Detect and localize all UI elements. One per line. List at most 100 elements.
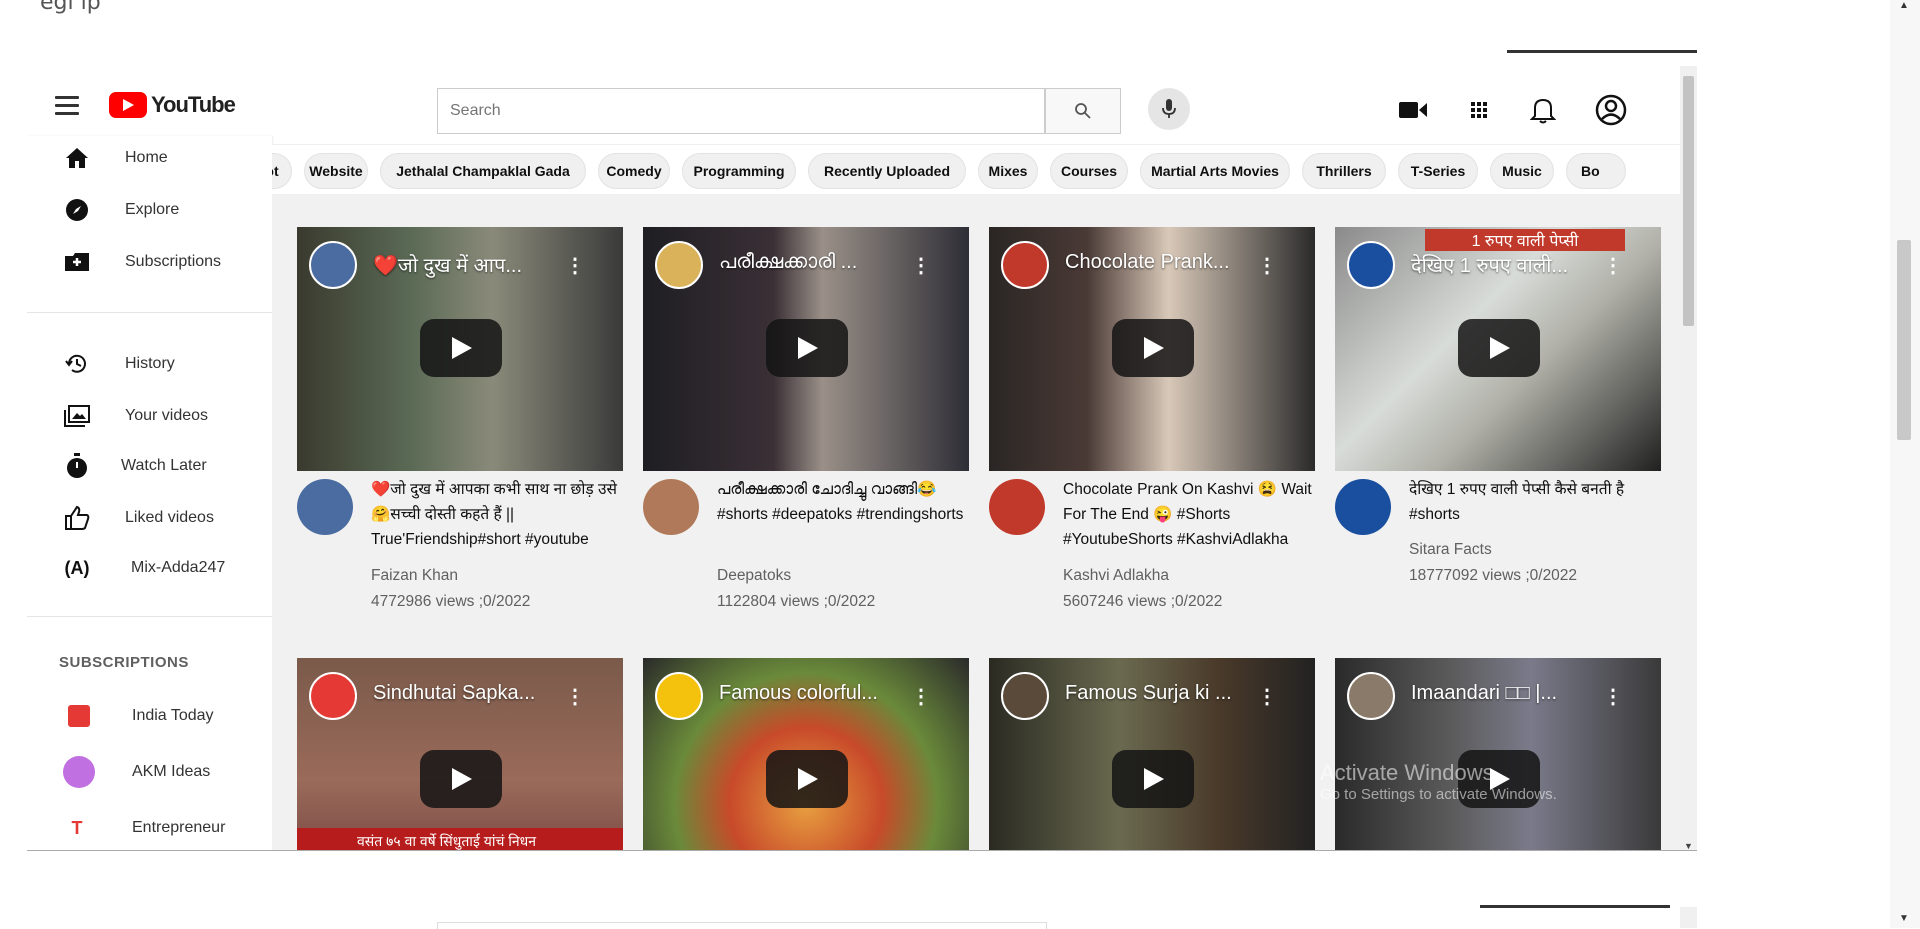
sidebar-item-history[interactable]: History bbox=[27, 342, 272, 386]
page-scroll-thumb[interactable] bbox=[1897, 240, 1911, 440]
play-button-icon[interactable] bbox=[1112, 319, 1194, 377]
channel-name[interactable]: Sitara Facts bbox=[1409, 541, 1492, 559]
search-button[interactable] bbox=[1045, 88, 1121, 134]
app-scroll-thumb[interactable] bbox=[1683, 76, 1694, 326]
notifications-button[interactable] bbox=[1527, 94, 1559, 126]
chip[interactable]: Comedy bbox=[598, 153, 670, 189]
page-scrollbar[interactable]: ▲ ▼ bbox=[1890, 0, 1920, 928]
chip[interactable]: Programming bbox=[682, 153, 796, 189]
more-options-icon[interactable]: ⋮ bbox=[1257, 253, 1277, 278]
video-thumbnail[interactable]: ❤️जो दुख में आप... ⋮ bbox=[297, 227, 623, 471]
chip[interactable]: Martial Arts Movies bbox=[1140, 153, 1290, 189]
video-card[interactable]: Famous colorful... ⋮ bbox=[643, 658, 969, 851]
chip[interactable]: Thrillers bbox=[1302, 153, 1386, 189]
channel-avatar[interactable] bbox=[1335, 479, 1391, 535]
subscription-item-akm-ideas[interactable]: AKM Ideas bbox=[27, 750, 272, 794]
youtube-logo[interactable]: YouTube bbox=[109, 92, 236, 118]
logo-text: YouTube bbox=[151, 92, 236, 117]
sidebar-item-label: Subscriptions bbox=[125, 253, 222, 270]
video-thumbnail[interactable]: Chocolate Prank... ⋮ bbox=[989, 227, 1315, 471]
video-thumbnail[interactable]: Sindhutai Sapka... ⋮ वसंत ७५ वा वर्षे सि… bbox=[297, 658, 623, 851]
video-thumbnail[interactable]: 1 रुपए वाली पेप्सी देखिए 1 रुपए वाली... … bbox=[1335, 227, 1661, 471]
chip[interactable]: T-Series bbox=[1398, 153, 1478, 189]
sidebar-item-home[interactable]: Home bbox=[27, 136, 272, 180]
history-icon bbox=[63, 350, 91, 378]
hamburger-menu-icon[interactable] bbox=[55, 96, 79, 116]
more-options-icon[interactable]: ⋮ bbox=[911, 253, 931, 278]
channel-avatar[interactable] bbox=[309, 241, 357, 289]
sidebar-item-your-videos[interactable]: Your videos bbox=[27, 394, 272, 438]
video-thumbnail[interactable]: പരീക്ഷക്കാരി ... ⋮ bbox=[643, 227, 969, 471]
more-options-icon[interactable]: ⋮ bbox=[565, 684, 585, 709]
video-title[interactable]: പരീക്ഷക്കാരി ചോദിച്ചു വാങ്ങി😂 #shorts #d… bbox=[717, 477, 967, 527]
video-thumbnail[interactable]: Famous colorful... ⋮ bbox=[643, 658, 969, 851]
broadcast-icon: (A) bbox=[64, 557, 90, 578]
chip[interactable]: Music bbox=[1490, 153, 1554, 189]
play-button-icon[interactable] bbox=[420, 319, 502, 377]
channel-avatar[interactable] bbox=[1001, 672, 1049, 720]
channel-name[interactable]: Deepatoks bbox=[717, 567, 791, 585]
channel-avatar[interactable] bbox=[643, 479, 699, 535]
channel-avatar[interactable] bbox=[309, 672, 357, 720]
scroll-down-arrow-icon[interactable]: ▼ bbox=[1899, 913, 1909, 924]
subscription-item-entrepreneur[interactable]: T Entrepreneur bbox=[27, 806, 272, 850]
chip[interactable]: Bo bbox=[1566, 153, 1626, 189]
apps-button[interactable] bbox=[1463, 94, 1495, 126]
chip[interactable]: Mixes bbox=[978, 153, 1038, 189]
video-grid: ❤️जो दुख में आप... ⋮ ❤️जो दुख में आपका क… bbox=[272, 194, 1680, 851]
guide-sidebar: Home Explore Subscriptions History Your … bbox=[27, 136, 272, 851]
thumbnail-title: പരീക്ഷക്കാരി ... bbox=[719, 251, 858, 273]
channel-name[interactable]: Kashvi Adlakha bbox=[1063, 567, 1169, 585]
app-scrollbar[interactable]: ▼ bbox=[1680, 66, 1697, 851]
chip[interactable]: Website bbox=[304, 153, 368, 189]
chip[interactable]: ot bbox=[272, 153, 292, 189]
channel-avatar[interactable] bbox=[1347, 672, 1395, 720]
more-options-icon[interactable]: ⋮ bbox=[1603, 684, 1623, 709]
thumbnail-title: Sindhutai Sapka... bbox=[373, 682, 536, 704]
video-title[interactable]: देखिए 1 रुपए वाली पेप्सी कैसे बनती है #s… bbox=[1409, 477, 1659, 527]
channel-avatar[interactable] bbox=[655, 241, 703, 289]
thumbnail-title: ❤️जो दुख में आप... bbox=[373, 255, 523, 277]
account-button[interactable] bbox=[1595, 94, 1627, 126]
video-card[interactable]: Famous Surja ki ... ⋮ bbox=[989, 658, 1315, 851]
chip[interactable]: Jethalal Champaklal Gada bbox=[380, 153, 586, 189]
sidebar-item-liked-videos[interactable]: Liked videos bbox=[27, 496, 272, 540]
channel-name[interactable]: Faizan Khan bbox=[371, 567, 458, 585]
sidebar-item-mix-adda247[interactable]: (A) Mix-Adda247 bbox=[27, 546, 272, 590]
sidebar-item-watch-later[interactable]: Watch Later bbox=[27, 444, 272, 488]
chip[interactable]: Recently Uploaded bbox=[808, 153, 966, 189]
more-options-icon[interactable]: ⋮ bbox=[1257, 684, 1277, 709]
scroll-up-arrow-icon[interactable]: ▲ bbox=[1899, 0, 1909, 11]
sidebar-item-explore[interactable]: Explore bbox=[27, 188, 272, 232]
sidebar-item-subscriptions[interactable]: Subscriptions bbox=[27, 240, 272, 284]
play-button-icon[interactable] bbox=[766, 750, 848, 808]
search-input[interactable] bbox=[438, 89, 1012, 133]
video-card[interactable]: Imaandari □□ |... ⋮ bbox=[1335, 658, 1661, 851]
video-card[interactable]: ❤️जो दुख में आप... ⋮ ❤️जो दुख में आपका क… bbox=[297, 227, 623, 621]
channel-avatar[interactable] bbox=[1001, 241, 1049, 289]
voice-search-button[interactable] bbox=[1148, 88, 1190, 130]
video-title[interactable]: ❤️जो दुख में आपका कभी साथ ना छोड़ उसे 🤗स… bbox=[371, 477, 621, 552]
play-button-icon[interactable] bbox=[1112, 750, 1194, 808]
more-options-icon[interactable]: ⋮ bbox=[565, 253, 585, 278]
channel-avatar[interactable] bbox=[655, 672, 703, 720]
channel-avatar[interactable] bbox=[297, 479, 353, 535]
play-button-icon[interactable] bbox=[420, 750, 502, 808]
chip[interactable]: Courses bbox=[1050, 153, 1128, 189]
channel-avatar[interactable] bbox=[1347, 241, 1395, 289]
video-thumbnail[interactable]: Imaandari □□ |... ⋮ bbox=[1335, 658, 1661, 851]
video-title[interactable]: Chocolate Prank On Kashvi 😫 Wait For The… bbox=[1063, 477, 1313, 552]
create-video-button[interactable] bbox=[1397, 94, 1429, 126]
more-options-icon[interactable]: ⋮ bbox=[1603, 253, 1623, 278]
play-button-icon[interactable] bbox=[1458, 319, 1540, 377]
video-card[interactable]: Sindhutai Sapka... ⋮ वसंत ७५ वा वर्षे सि… bbox=[297, 658, 623, 851]
video-card[interactable]: 1 रुपए वाली पेप्सी देखिए 1 रुपए वाली... … bbox=[1335, 227, 1661, 621]
video-thumbnail[interactable]: Famous Surja ki ... ⋮ bbox=[989, 658, 1315, 851]
play-button-icon[interactable] bbox=[766, 319, 848, 377]
search-box[interactable] bbox=[437, 88, 1045, 134]
channel-avatar[interactable] bbox=[989, 479, 1045, 535]
more-options-icon[interactable]: ⋮ bbox=[911, 684, 931, 709]
video-card[interactable]: പരീക്ഷക്കാരി ... ⋮ പരീക്ഷക്കാരി ചോദിച്ചു… bbox=[643, 227, 969, 621]
subscription-item-india-today[interactable]: India Today bbox=[27, 694, 272, 738]
video-card[interactable]: Chocolate Prank... ⋮ Chocolate Prank On … bbox=[989, 227, 1315, 621]
